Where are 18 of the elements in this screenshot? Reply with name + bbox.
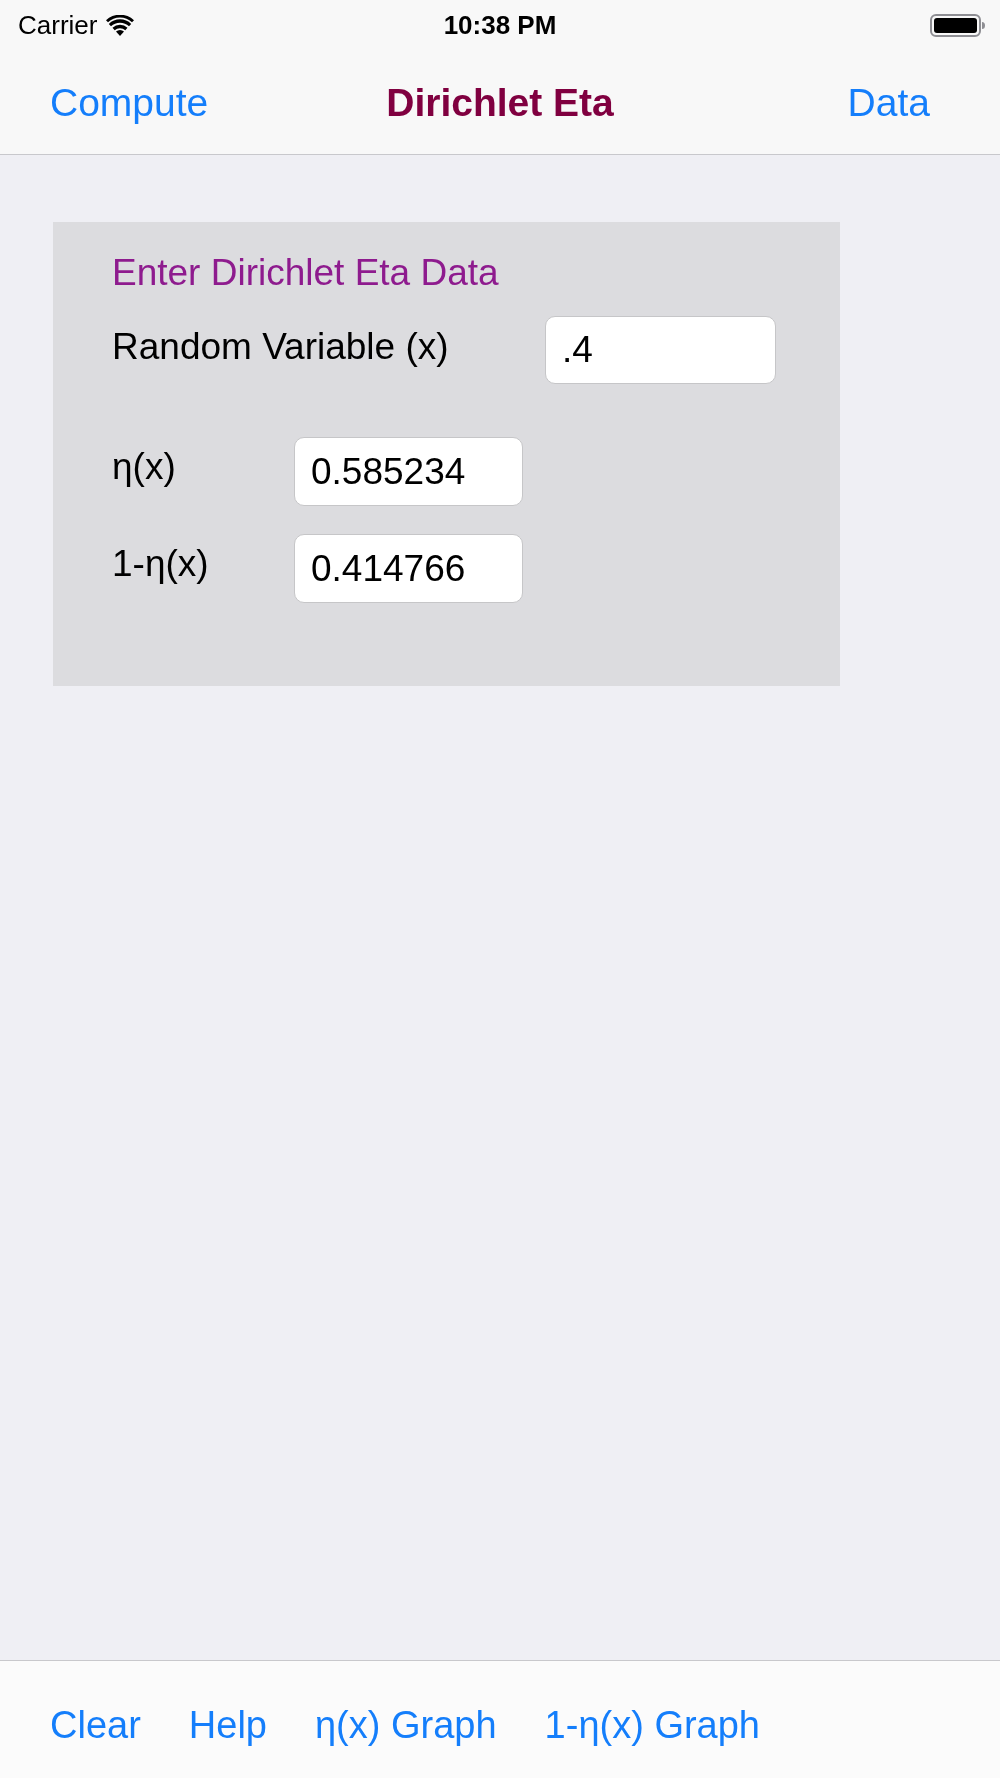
status-time: 10:38 PM (443, 12, 557, 38)
wifi-icon (106, 14, 135, 36)
result-label: 1-η(x) (112, 545, 210, 582)
result-field[interactable]: 0.414766 (294, 534, 523, 603)
form-title: Enter Dirichlet Eta Data (112, 252, 500, 294)
random-variable-label: Random Variable (x) (112, 327, 450, 365)
compute-button[interactable]: Compute (50, 82, 209, 122)
toolbar-button[interactable]: Help (188, 1705, 267, 1744)
result-field[interactable]: 0.585234 (294, 437, 523, 506)
data-button[interactable]: Data (847, 82, 930, 122)
battery-icon (930, 13, 985, 37)
toolbar-button[interactable]: η(x) Graph (314, 1705, 497, 1744)
result-label: η(x) (112, 448, 177, 485)
carrier-label: Carrier (18, 12, 98, 38)
toolbar-button[interactable]: 1-η(x) Graph (544, 1705, 760, 1744)
random-variable-field[interactable]: .4 (545, 316, 776, 384)
toolbar-button[interactable]: Clear (50, 1705, 141, 1744)
nav-title: Dirichlet Eta (386, 82, 614, 122)
